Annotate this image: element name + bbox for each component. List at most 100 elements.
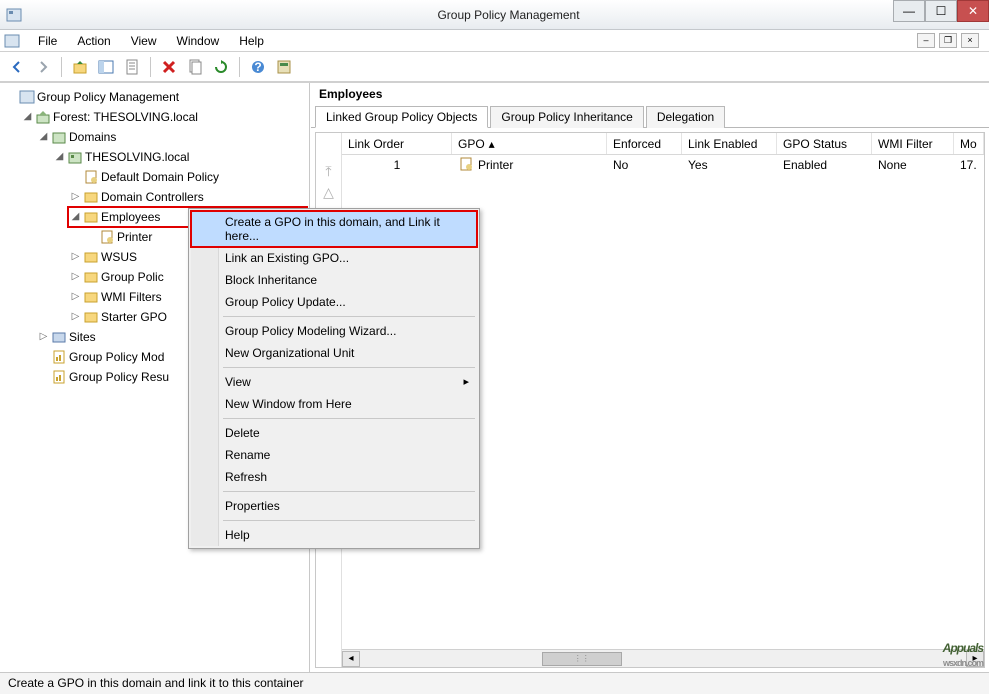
sort-asc-icon: ▴ bbox=[489, 137, 495, 151]
menu-view[interactable]: View bbox=[123, 32, 165, 50]
col-modified[interactable]: Mo bbox=[954, 133, 984, 154]
up-button[interactable] bbox=[69, 56, 91, 78]
tab-inheritance[interactable]: Group Policy Inheritance bbox=[490, 106, 643, 128]
close-button[interactable]: ✕ bbox=[957, 0, 989, 22]
tree-label: Domain Controllers bbox=[101, 188, 204, 206]
ou-icon bbox=[83, 249, 99, 265]
minimize-button[interactable]: — bbox=[893, 0, 925, 22]
folder-icon bbox=[83, 309, 99, 325]
ou-icon bbox=[83, 209, 99, 225]
report-icon bbox=[51, 369, 67, 385]
tree-label: Group Polic bbox=[101, 268, 164, 286]
tree-label: WSUS bbox=[101, 248, 137, 266]
help-button[interactable]: ? bbox=[247, 56, 269, 78]
col-link-order[interactable]: Link Order bbox=[342, 133, 452, 154]
tree-domain[interactable]: ◢THESOLVING.local bbox=[52, 147, 307, 167]
gpo-link-icon bbox=[83, 169, 99, 185]
cell-order: 1 bbox=[342, 157, 452, 173]
scroll-left-button[interactable]: ◂ bbox=[342, 651, 360, 667]
tree-domains[interactable]: ◢Domains bbox=[36, 127, 307, 147]
cm-new-window[interactable]: New Window from Here bbox=[191, 393, 477, 415]
statusbar: Create a GPO in this domain and link it … bbox=[0, 672, 989, 694]
menu-help[interactable]: Help bbox=[231, 32, 272, 50]
cm-refresh[interactable]: Refresh bbox=[191, 466, 477, 488]
folder-icon bbox=[83, 289, 99, 305]
menubar: File Action View Window Help – ❐ × bbox=[0, 30, 989, 52]
mdi-close-button[interactable]: × bbox=[961, 33, 979, 48]
window-title: Group Policy Management bbox=[28, 8, 989, 22]
app-icon bbox=[6, 7, 22, 23]
tree-default-policy[interactable]: Default Domain Policy bbox=[68, 167, 307, 187]
back-button[interactable] bbox=[6, 56, 28, 78]
forward-button[interactable] bbox=[32, 56, 54, 78]
tab-delegation[interactable]: Delegation bbox=[646, 106, 725, 128]
svg-text:?: ? bbox=[254, 60, 261, 74]
tree-label: Default Domain Policy bbox=[101, 168, 219, 186]
show-hide-tree-button[interactable] bbox=[95, 56, 117, 78]
cm-view[interactable]: View bbox=[191, 371, 477, 393]
cm-new-ou[interactable]: New Organizational Unit bbox=[191, 342, 477, 364]
cell-link-enabled: Yes bbox=[682, 157, 777, 173]
cell-enforced: No bbox=[607, 157, 682, 173]
col-link-enabled[interactable]: Link Enabled bbox=[682, 133, 777, 154]
cm-link-existing[interactable]: Link an Existing GPO... bbox=[191, 247, 477, 269]
horizontal-scrollbar[interactable]: ◂ ⋮⋮ ▸ bbox=[342, 649, 984, 667]
toolbar: ? bbox=[0, 52, 989, 82]
folder-icon bbox=[83, 269, 99, 285]
refresh-button[interactable] bbox=[210, 56, 232, 78]
col-wmi-filter[interactable]: WMI Filter bbox=[872, 133, 954, 154]
context-menu: Create a GPO in this domain, and Link it… bbox=[188, 208, 480, 549]
cm-delete[interactable]: Delete bbox=[191, 422, 477, 444]
move-up-icon[interactable]: △ bbox=[323, 184, 334, 201]
cm-create-gpo[interactable]: Create a GPO in this domain, and Link it… bbox=[191, 211, 477, 247]
col-gpo[interactable]: GPO▴ bbox=[452, 133, 607, 154]
col-gpo-status[interactable]: GPO Status bbox=[777, 133, 872, 154]
options-button[interactable] bbox=[273, 56, 295, 78]
cm-block-inheritance[interactable]: Block Inheritance bbox=[191, 269, 477, 291]
mdi-restore-button[interactable]: ❐ bbox=[939, 33, 957, 48]
tree-label: Forest: THESOLVING.local bbox=[53, 108, 198, 126]
cell-status: Enabled bbox=[777, 157, 872, 173]
cell-gpo: Printer bbox=[452, 155, 607, 176]
tree-label: WMI Filters bbox=[101, 288, 162, 306]
tree-root[interactable]: Group Policy Management bbox=[4, 87, 307, 107]
domains-icon bbox=[51, 129, 67, 145]
maximize-button[interactable]: ☐ bbox=[925, 0, 957, 22]
menu-file[interactable]: File bbox=[30, 32, 65, 50]
cm-modeling-wizard[interactable]: Group Policy Modeling Wizard... bbox=[191, 320, 477, 342]
menu-window[interactable]: Window bbox=[169, 32, 228, 50]
detail-title: Employees bbox=[311, 83, 989, 105]
watermark: Appuals wsxdn.com bbox=[943, 632, 983, 668]
copy-button[interactable] bbox=[184, 56, 206, 78]
tree-label: Starter GPO bbox=[101, 308, 167, 326]
gpo-link-icon bbox=[458, 156, 474, 175]
tree-domain-controllers[interactable]: ▷Domain Controllers bbox=[68, 187, 307, 207]
col-enforced[interactable]: Enforced bbox=[607, 133, 682, 154]
tabs: Linked Group Policy Objects Group Policy… bbox=[311, 105, 989, 128]
mdi-minimize-button[interactable]: – bbox=[917, 33, 935, 48]
titlebar: Group Policy Management — ☐ ✕ bbox=[0, 0, 989, 30]
tree-label: Group Policy Management bbox=[37, 88, 179, 106]
move-top-icon[interactable]: ⤒ bbox=[325, 163, 331, 180]
cell-wmi: None bbox=[872, 157, 954, 173]
tree-label: Employees bbox=[101, 208, 160, 226]
table-row[interactable]: 1 Printer No Yes Enabled None 17. bbox=[342, 155, 984, 175]
cm-help[interactable]: Help bbox=[191, 524, 477, 546]
menu-action[interactable]: Action bbox=[69, 32, 118, 50]
status-text: Create a GPO in this domain and link it … bbox=[8, 676, 303, 690]
scroll-thumb[interactable]: ⋮⋮ bbox=[542, 652, 622, 666]
tab-linked-gpo[interactable]: Linked Group Policy Objects bbox=[315, 106, 488, 128]
app-menu-icon bbox=[4, 33, 20, 49]
sites-icon bbox=[51, 329, 67, 345]
report-icon bbox=[51, 349, 67, 365]
cm-gp-update[interactable]: Group Policy Update... bbox=[191, 291, 477, 313]
tree-label: Group Policy Resu bbox=[69, 368, 169, 386]
cm-properties[interactable]: Properties bbox=[191, 495, 477, 517]
forest-icon bbox=[35, 109, 51, 125]
cell-modified: 17. bbox=[954, 157, 984, 173]
gpm-icon bbox=[19, 89, 35, 105]
delete-button[interactable] bbox=[158, 56, 180, 78]
tree-forest[interactable]: ◢Forest: THESOLVING.local bbox=[20, 107, 307, 127]
cm-rename[interactable]: Rename bbox=[191, 444, 477, 466]
properties-button[interactable] bbox=[121, 56, 143, 78]
